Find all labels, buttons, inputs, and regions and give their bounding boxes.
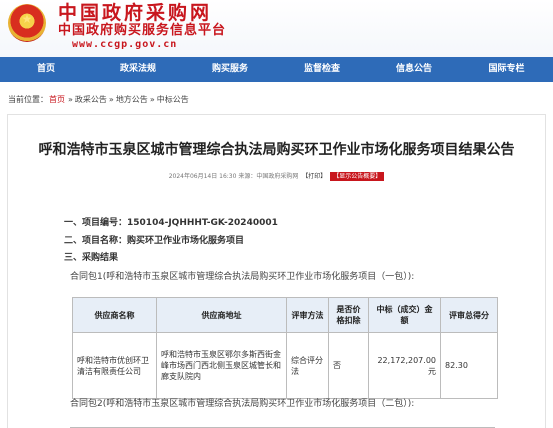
- review-method-cell: 综合评分法: [286, 332, 329, 399]
- nav-item-regulations[interactable]: 政采法规: [92, 57, 184, 82]
- column-header: 供应商名称: [72, 297, 157, 333]
- column-header: 中标（成交）金额: [368, 297, 441, 333]
- result-table: 供应商名称 供应商地址 评审方法 是否价格扣除 中标（成交）金额 评审总得分 呼…: [72, 297, 498, 399]
- site-logo-title[interactable]: 中国政府采购网: [58, 2, 212, 24]
- project-name-value: 购买环卫作业市场化服务项目: [127, 236, 245, 246]
- project-number-line: 一、项目编号：150104-JQHHHT-GK-20240001: [64, 217, 278, 229]
- result-heading-label: 三、采购结果: [64, 253, 119, 263]
- breadcrumb-prefix: 当前位置：: [8, 95, 48, 104]
- breadcrumb-link-gov-procurement[interactable]: 政采公告: [75, 95, 107, 104]
- review-score-cell: 82.30: [440, 332, 498, 399]
- table-row: 呼和浩特市优创环卫清洁有限责任公司 呼和浩特市玉泉区鄂尔多斯西街金峰市场西门西北…: [72, 332, 498, 399]
- supplier-address-cell: 呼和浩特市玉泉区鄂尔多斯西街金峰市场西门西北侧玉泉区城管长和廊支队院内: [156, 332, 287, 399]
- table-header-row: 供应商名称 供应商地址 评审方法 是否价格扣除 中标（成交）金额 评审总得分: [72, 297, 498, 333]
- emblem-star-icon: ★: [21, 12, 33, 26]
- site-logo-subtitle: 中国政府购买服务信息平台: [58, 23, 227, 38]
- article-meta: 2024年06月14日 16:30 来源：中国政府采购网 【打印】 【显示公告概要…: [0, 172, 553, 182]
- publish-info: 2024年06月14日 16:30 来源：中国政府采购网: [168, 173, 301, 180]
- package-1-title: 合同包1(呼和浩特市玉泉区城市管理综合执法局购买环卫作业市场化服务项目（一包）)…: [70, 272, 415, 282]
- award-amount-cell: 22,172,207.00元: [368, 332, 441, 399]
- breadcrumb-separator: »: [108, 95, 114, 104]
- nav-item-international[interactable]: 国际专栏: [460, 57, 553, 82]
- nav-item-announcements[interactable]: 信息公告: [368, 57, 460, 82]
- breadcrumb-link-local[interactable]: 地方公告: [116, 95, 148, 104]
- project-number-value: 150104-JQHHHT-GK-20240001: [127, 218, 278, 228]
- breadcrumb-link-award[interactable]: 中标公告: [157, 95, 189, 104]
- result-heading: 三、采购结果: [64, 252, 118, 264]
- column-header: 是否价格扣除: [328, 297, 369, 333]
- supplier-name-cell: 呼和浩特市优创环卫清洁有限责任公司: [72, 332, 157, 399]
- article-title: 呼和浩特市玉泉区城市管理综合执法局购买环卫作业市场化服务项目结果公告: [38, 142, 515, 158]
- package-2-title: 合同包2(呼和浩特市玉泉区城市管理综合执法局购买环卫作业市场化服务项目（二包）)…: [70, 399, 415, 409]
- print-link[interactable]: 【打印】: [302, 173, 326, 180]
- column-header: 供应商地址: [156, 297, 287, 333]
- site-url: www.ccgp.gov.cn: [72, 39, 178, 50]
- nav-item-service-purchase[interactable]: 购买服务: [184, 57, 276, 82]
- main-nav: 首页 政采法规 购买服务 监督检查 信息公告 国际专栏: [0, 57, 553, 82]
- national-emblem-icon: ★: [8, 4, 46, 42]
- project-name-label: 二、项目名称：: [64, 236, 128, 246]
- breadcrumb-separator: »: [68, 95, 73, 104]
- project-number-label: 一、项目编号：: [64, 218, 128, 228]
- breadcrumb-home-link[interactable]: 首页: [49, 95, 65, 104]
- show-summary-button[interactable]: 【显示公告概要】: [330, 172, 385, 181]
- column-header: 评审方法: [286, 297, 329, 333]
- price-deduction-cell: 否: [328, 332, 369, 399]
- nav-item-home[interactable]: 首页: [0, 57, 92, 82]
- breadcrumb: 当前位置：首页» 政采公告» 地方公告» 中标公告: [8, 94, 189, 106]
- breadcrumb-separator: »: [149, 95, 155, 104]
- column-header: 评审总得分: [440, 297, 498, 333]
- site-header: ★ 中国政府采购网 中国政府购买服务信息平台 www.ccgp.gov.cn: [0, 0, 553, 57]
- project-name-line: 二、项目名称：购买环卫作业市场化服务项目: [64, 235, 244, 247]
- nav-item-supervision[interactable]: 监督检查: [276, 57, 368, 82]
